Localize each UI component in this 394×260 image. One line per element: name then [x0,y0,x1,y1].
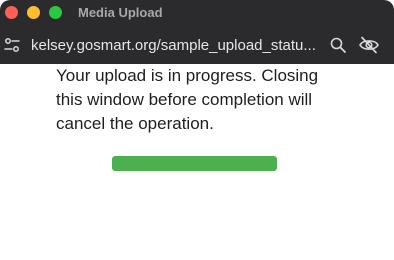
site-settings-icon[interactable] [4,37,20,53]
zoom-window-button[interactable] [49,6,62,19]
upload-progress-bar [112,156,277,171]
close-window-button[interactable] [5,6,18,19]
page-content: Your upload is in progress. Closing this… [0,64,394,260]
window-title: Media Upload [78,5,163,20]
browser-window: Media Upload kelsey.gosmart.org/sample_u… [0,0,394,260]
upload-status-message: Your upload is in progress. Closing this… [56,66,319,133]
eye-slash-icon[interactable] [358,36,380,54]
upload-progress-fill [112,156,277,171]
magnifier-icon[interactable] [329,36,347,54]
address-bar: kelsey.gosmart.org/sample_upload_statu..… [0,26,394,64]
title-bar: Media Upload [0,0,394,26]
url-field[interactable]: kelsey.gosmart.org/sample_upload_statu..… [31,37,317,54]
minimize-window-button[interactable] [27,6,40,19]
